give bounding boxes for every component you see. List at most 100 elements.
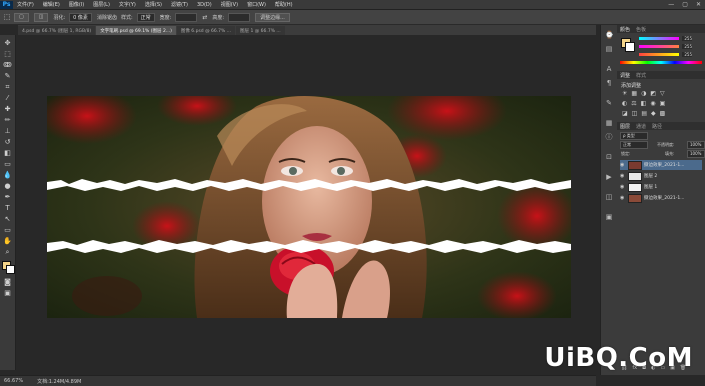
selective-color-icon[interactable]: ◆	[651, 110, 656, 117]
menu-view[interactable]: 视图(V)	[221, 1, 238, 8]
maximize-button[interactable]: ▢	[682, 1, 688, 8]
add-selection-icon[interactable]: ◫	[33, 12, 49, 22]
fill-input[interactable]: 100%	[687, 150, 705, 158]
swatches-panel-icon[interactable]: ▦	[605, 119, 613, 127]
minimize-button[interactable]: —	[668, 1, 674, 8]
quick-select-tool-icon[interactable]: ✎	[3, 72, 12, 81]
menu-select[interactable]: 选择(S)	[145, 1, 162, 8]
move-tool-icon[interactable]: ✥	[3, 39, 12, 48]
gradient-tool-icon[interactable]: ▭	[3, 160, 12, 169]
brush-panel-icon[interactable]: ✎	[605, 99, 613, 107]
screen-mode-icon[interactable]: ▣	[3, 289, 12, 298]
tab-doc-2[interactable]: 文字笔刷.psd @ 69.1% (图层 2...)	[96, 26, 176, 35]
hue-saturation-icon[interactable]: ◐	[622, 100, 627, 107]
blend-mode-select[interactable]: 正常	[620, 141, 648, 149]
slider-r-value[interactable]: 255	[682, 36, 692, 41]
slider-r[interactable]: 255	[639, 36, 692, 41]
visibility-eye-icon[interactable]: ◉	[620, 195, 626, 201]
opacity-input[interactable]: 100%	[687, 141, 705, 149]
layer-kind-filter[interactable]: ρ 类型	[620, 132, 648, 140]
layer-row[interactable]: ◉ 图层 2	[620, 171, 702, 181]
layer-comps-icon[interactable]: ▣	[605, 213, 613, 221]
blur-tool-icon[interactable]: 💧	[3, 171, 12, 180]
tab-styles[interactable]: 样式	[636, 72, 646, 79]
quick-mask-icon[interactable]: ◙	[3, 278, 12, 287]
eyedropper-tool-icon[interactable]: ⁄	[3, 94, 12, 103]
threshold-icon[interactable]: ▤	[641, 110, 647, 117]
pen-tool-icon[interactable]: ✒	[3, 193, 12, 202]
layer-row[interactable]: ◉ 图层 1	[620, 182, 702, 192]
hand-tool-icon[interactable]: ✋	[3, 237, 12, 246]
navigator-icon[interactable]: ⊡	[605, 153, 613, 161]
slider-b[interactable]: 255	[639, 52, 692, 57]
shape-tool-icon[interactable]: ▭	[3, 226, 12, 235]
refine-edge-button[interactable]: 调整边缘...	[255, 12, 290, 22]
tab-adjustments[interactable]: 调整	[620, 72, 630, 79]
canvas-image[interactable]	[47, 96, 571, 318]
properties-icon[interactable]: ▤	[605, 45, 613, 53]
type-tool-icon[interactable]: T	[3, 204, 12, 213]
tab-swatches[interactable]: 色板	[636, 26, 646, 33]
feather-input[interactable]: 0 像素	[69, 12, 92, 22]
info-icon[interactable]: ⓘ	[605, 133, 613, 141]
swap-icon[interactable]: ⇄	[202, 14, 207, 21]
libraries-icon[interactable]: ◫	[605, 193, 613, 201]
tab-doc-4[interactable]: 图层 1 @ 66.7% ...	[236, 26, 285, 35]
black-white-icon[interactable]: ◧	[641, 100, 647, 107]
actions-icon[interactable]: ▶	[605, 173, 613, 181]
visibility-eye-icon[interactable]: ◉	[620, 162, 626, 168]
width-input[interactable]	[175, 12, 198, 22]
menu-3d[interactable]: 3D(D)	[197, 2, 212, 8]
history-brush-icon[interactable]: ↺	[3, 138, 12, 147]
menu-layer[interactable]: 图层(L)	[93, 1, 110, 8]
color-balance-icon[interactable]: ⚖	[631, 100, 636, 107]
menu-image[interactable]: 图像(I)	[69, 1, 84, 8]
new-selection-icon[interactable]: ▢	[14, 12, 29, 22]
history-icon[interactable]: ⌚	[605, 31, 614, 39]
panel-background-swatch[interactable]	[625, 42, 635, 52]
crop-tool-icon[interactable]: ⌗	[3, 83, 12, 92]
lasso-tool-icon[interactable]: ↂ	[3, 61, 12, 70]
menu-edit[interactable]: 编辑(E)	[43, 1, 60, 8]
marquee-tool-icon[interactable]: ⬚	[0, 13, 14, 21]
close-button[interactable]: ✕	[696, 1, 701, 8]
character-icon[interactable]: A	[605, 65, 613, 73]
gradient-map-icon[interactable]: ▩	[660, 110, 666, 117]
paragraph-icon[interactable]: ¶	[605, 79, 613, 87]
tab-paths[interactable]: 路径	[652, 123, 662, 130]
marquee-tool-icon[interactable]: ⬚	[3, 50, 12, 59]
background-color-swatch[interactable]	[6, 265, 15, 274]
path-select-icon[interactable]: ↖	[3, 215, 12, 224]
eraser-tool-icon[interactable]: ◧	[3, 149, 12, 158]
zoom-tool-icon[interactable]: ⌕	[3, 248, 12, 257]
menu-window[interactable]: 窗口(W)	[247, 1, 266, 8]
brightness-icon[interactable]: ☀	[622, 90, 627, 97]
menu-file[interactable]: 文件(F)	[17, 1, 34, 8]
slider-b-value[interactable]: 255	[682, 52, 692, 57]
channel-mixer-icon[interactable]: ▣	[660, 100, 666, 107]
photo-filter-icon[interactable]: ◉	[650, 100, 655, 107]
healing-brush-icon[interactable]: ✚	[3, 105, 12, 114]
visibility-eye-icon[interactable]: ◉	[620, 184, 626, 190]
posterize-icon[interactable]: ◫	[632, 110, 638, 117]
antialias-checkbox[interactable]: 消除锯齿	[97, 14, 117, 21]
vibrance-icon[interactable]: ▽	[660, 90, 665, 97]
levels-icon[interactable]: ▦	[631, 90, 637, 97]
tab-channels[interactable]: 通道	[636, 123, 646, 130]
layer-row[interactable]: ◉ 撕边效果_2021-1...	[620, 193, 702, 203]
height-input[interactable]	[228, 12, 251, 22]
exposure-icon[interactable]: ◩	[650, 90, 656, 97]
menu-help[interactable]: 帮助(H)	[275, 1, 293, 8]
visibility-eye-icon[interactable]: ◉	[620, 173, 626, 179]
clone-stamp-icon[interactable]: ⊥	[3, 127, 12, 136]
tab-color[interactable]: 颜色	[620, 26, 630, 33]
curves-icon[interactable]: ◑	[641, 90, 646, 97]
dodge-tool-icon[interactable]: ●	[3, 182, 12, 191]
tab-doc-1[interactable]: 4.psd @ 66.7% (图层 1, RGB/8)	[18, 26, 96, 35]
zoom-level[interactable]: 66.67%	[4, 378, 23, 384]
menu-type[interactable]: 文字(Y)	[119, 1, 136, 8]
layer-row[interactable]: ◉ 撕边效果_2021-1...	[620, 160, 702, 170]
slider-g-value[interactable]: 255	[682, 44, 692, 49]
slider-g[interactable]: 255	[639, 44, 692, 49]
style-select[interactable]: 正常	[136, 12, 155, 22]
